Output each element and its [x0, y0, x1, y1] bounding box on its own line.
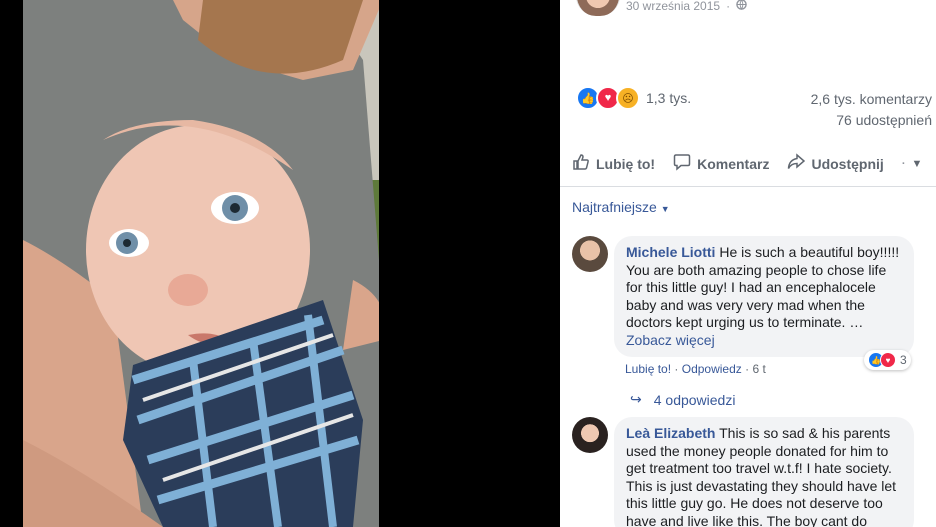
- share-count[interactable]: 76 udostępnień: [811, 110, 932, 131]
- author-avatar[interactable]: [576, 0, 620, 16]
- post-stats: 2,6 tys. komentarzy 76 udostępnień: [811, 89, 932, 131]
- share-icon: [787, 152, 806, 176]
- comment-reaction-badge[interactable]: 👍 ♥ 3: [864, 350, 911, 370]
- sort-label: Najtrafniejsze: [572, 199, 657, 215]
- commenter-avatar[interactable]: [572, 417, 608, 453]
- dot-separator: ·: [726, 0, 731, 13]
- replies-count: 4 odpowiedzi: [653, 391, 736, 408]
- comment-like-link[interactable]: Lubię to!: [625, 362, 671, 376]
- globe-icon: [736, 0, 747, 13]
- post-header: 30 września 2015 ·: [576, 0, 747, 16]
- divider: [560, 186, 936, 187]
- comment-time[interactable]: 6 t: [752, 362, 765, 376]
- sad-icon: ☹: [616, 86, 640, 110]
- caret-down-icon: ▼: [660, 204, 670, 214]
- comment-item: Leà Elizabeth This is so sad & his paren…: [572, 417, 934, 527]
- comment-bubble: Leà Elizabeth This is so sad & his paren…: [614, 417, 914, 527]
- thumbs-up-icon: [572, 153, 590, 176]
- audience-selector-button[interactable]: · ▼: [902, 158, 923, 170]
- comment-sort-dropdown[interactable]: Najtrafniejsze ▼: [572, 199, 670, 215]
- comment-icon: [673, 153, 691, 176]
- reaction-summary[interactable]: 👍 ♥ ☹ 1,3 tys.: [576, 86, 691, 110]
- action-bar: Lubię to! Komentarz Udostępnij · ▼: [572, 148, 936, 180]
- comment-label: Komentarz: [697, 156, 770, 172]
- view-replies-link[interactable]: ↪ 4 odpowiedzi: [630, 391, 735, 408]
- reply-arrow-icon: ↪: [630, 391, 642, 407]
- comment-author[interactable]: Leà Elizabeth: [626, 425, 715, 441]
- love-icon: ♥: [880, 352, 896, 368]
- see-more-link[interactable]: Zobacz więcej: [626, 332, 715, 348]
- comment-button[interactable]: Komentarz: [673, 153, 769, 176]
- share-button[interactable]: Udostępnij: [787, 152, 884, 176]
- comment-bubble: Michele Liotti He is such a beautiful bo…: [614, 236, 914, 357]
- comment-reaction-count: 3: [900, 353, 907, 367]
- photo-viewer: [0, 0, 560, 527]
- like-label: Lubię to!: [596, 156, 656, 172]
- comment-count[interactable]: 2,6 tys. komentarzy: [811, 89, 932, 110]
- comment-actions: Lubię to! · Odpowiedz · 6 t: [625, 362, 766, 376]
- share-label: Udostępnij: [811, 156, 884, 172]
- chevron-down-icon: ▼: [911, 158, 923, 170]
- post-date[interactable]: 30 września 2015: [626, 0, 720, 13]
- comment-reply-link[interactable]: Odpowiedz: [682, 362, 742, 376]
- post-sidebar: 30 września 2015 · 👍 ♥ ☹ 1,3 tys. 2,6 ty…: [560, 0, 936, 527]
- post-photo[interactable]: [23, 0, 379, 527]
- like-button[interactable]: Lubię to!: [572, 153, 655, 176]
- comment-item: Michele Liotti He is such a beautiful bo…: [572, 236, 934, 408]
- globe-small-icon: ·: [901, 158, 906, 170]
- comment-author[interactable]: Michele Liotti: [626, 244, 715, 260]
- reaction-count[interactable]: 1,3 tys.: [646, 90, 691, 106]
- photo-illustration: [23, 0, 379, 527]
- commenter-avatar[interactable]: [572, 236, 608, 272]
